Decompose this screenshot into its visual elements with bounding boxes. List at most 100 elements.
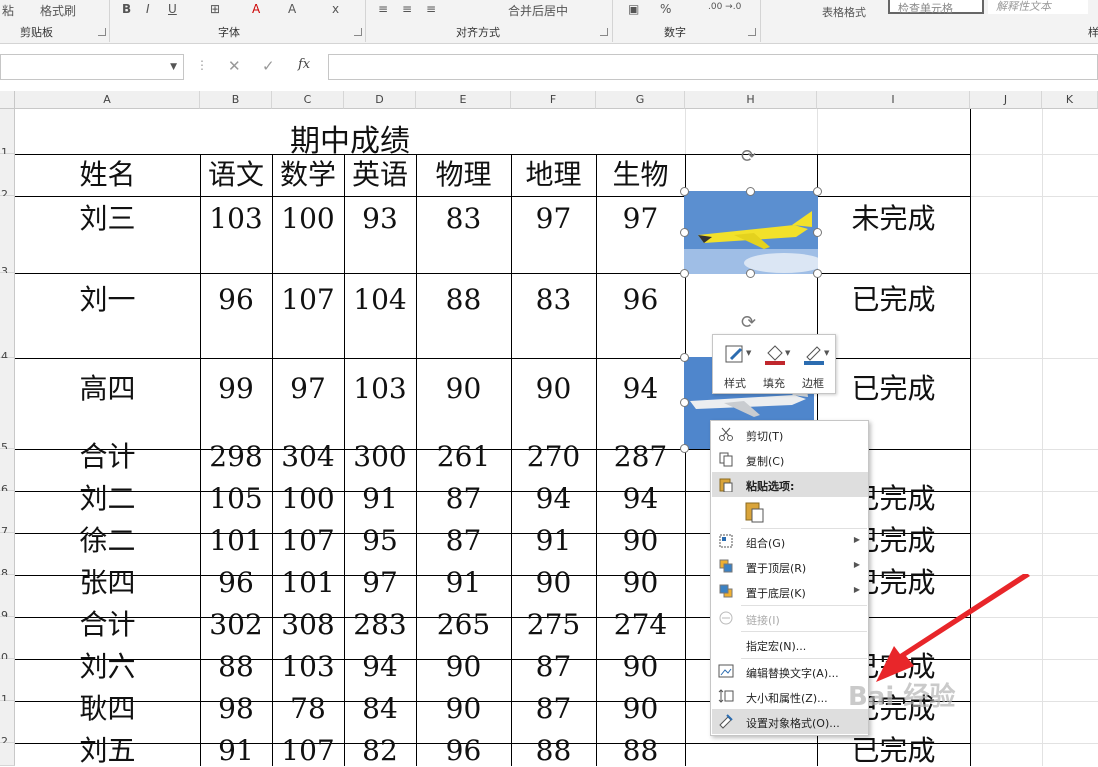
percent-button[interactable]: % xyxy=(660,2,671,16)
align-center-button[interactable]: ≡ xyxy=(402,2,412,16)
name-cell[interactable]: 张四 xyxy=(15,567,200,599)
style-check-cell[interactable]: 检查单元格 xyxy=(888,0,984,15)
name-cell[interactable]: 刘六 xyxy=(15,651,200,683)
col-header-k[interactable]: K xyxy=(1042,91,1098,109)
score-cell[interactable]: 304 xyxy=(272,441,344,473)
score-cell[interactable]: 94 xyxy=(511,483,596,515)
border-outline-button[interactable]: ▼ 边框 xyxy=(794,339,832,391)
name-cell[interactable]: 高四 xyxy=(15,373,200,405)
score-cell[interactable]: 78 xyxy=(272,693,344,725)
col-header-f[interactable]: F xyxy=(511,91,596,109)
sheet-title[interactable]: 期中成绩 xyxy=(200,116,500,160)
resize-handle[interactable] xyxy=(680,187,689,196)
airplane-picture-1[interactable] xyxy=(684,191,818,274)
score-cell[interactable]: 97 xyxy=(511,203,596,235)
score-cell[interactable]: 90 xyxy=(416,651,511,683)
score-cell[interactable]: 90 xyxy=(596,567,685,599)
col-header-e[interactable]: E xyxy=(416,91,511,109)
row-header[interactable]: 0 xyxy=(0,617,15,664)
score-cell[interactable]: 101 xyxy=(200,525,272,557)
row-header[interactable]: 7 xyxy=(0,491,15,538)
score-cell[interactable]: 84 xyxy=(344,693,416,725)
row-header[interactable]: 5 xyxy=(0,358,15,454)
score-cell[interactable]: 90 xyxy=(416,373,511,405)
menu-item-size-properties[interactable]: 大小和属性(Z)... xyxy=(712,684,868,709)
score-cell[interactable]: 97 xyxy=(344,567,416,599)
menu-item-cut[interactable]: 剪切(T) xyxy=(712,422,868,447)
score-cell[interactable]: 105 xyxy=(200,483,272,515)
clipboard-launcher-icon[interactable] xyxy=(98,28,106,36)
score-cell[interactable]: 83 xyxy=(511,284,596,316)
score-cell[interactable]: 91 xyxy=(416,567,511,599)
col-header-i[interactable]: I xyxy=(817,91,970,109)
score-cell[interactable]: 88 xyxy=(416,284,511,316)
score-cell[interactable]: 87 xyxy=(511,693,596,725)
col-header-g[interactable]: G xyxy=(596,91,685,109)
score-cell[interactable]: 90 xyxy=(596,525,685,557)
resize-handle[interactable] xyxy=(813,187,822,196)
row-header[interactable]: 1 xyxy=(0,109,15,159)
header-cell[interactable]: 数学 xyxy=(272,159,344,191)
resize-handle[interactable] xyxy=(680,269,689,278)
style-button[interactable]: ▼ 样式 xyxy=(716,339,754,391)
menu-item-copy[interactable]: 复制(C) xyxy=(712,447,868,472)
font-color-button[interactable]: A xyxy=(252,2,260,16)
name-cell[interactable]: 徐二 xyxy=(15,525,200,557)
align-left-button[interactable]: ≡ xyxy=(378,2,388,16)
header-cell[interactable]: 语文 xyxy=(200,159,272,191)
score-cell[interactable]: 302 xyxy=(200,609,272,641)
name-cell[interactable]: 合计 xyxy=(15,441,200,473)
row-header[interactable]: 4 xyxy=(0,273,15,363)
score-cell[interactable]: 88 xyxy=(511,735,596,767)
fill-button[interactable]: ▼ 填充 xyxy=(755,339,793,391)
row-header[interactable]: 3 xyxy=(0,196,15,278)
score-cell[interactable]: 97 xyxy=(272,373,344,405)
status-cell[interactable]: 已完成 xyxy=(817,735,970,767)
resize-handle[interactable] xyxy=(813,228,822,237)
score-cell[interactable]: 94 xyxy=(344,651,416,683)
score-cell[interactable]: 103 xyxy=(200,203,272,235)
name-cell[interactable]: 耿四 xyxy=(15,693,200,725)
col-header-h[interactable]: H xyxy=(685,91,817,109)
border-button[interactable]: ⊞ xyxy=(210,2,220,16)
score-cell[interactable]: 270 xyxy=(511,441,596,473)
row-header[interactable] xyxy=(0,743,15,766)
merge-center-button[interactable]: 合并后居中 xyxy=(508,2,568,19)
status-cell[interactable]: 未完成 xyxy=(817,203,970,235)
score-cell[interactable]: 274 xyxy=(596,609,685,641)
col-header-d[interactable]: D xyxy=(344,91,416,109)
alignment-launcher-icon[interactable] xyxy=(600,28,608,36)
score-cell[interactable]: 107 xyxy=(272,525,344,557)
score-cell[interactable]: 103 xyxy=(272,651,344,683)
score-cell[interactable]: 308 xyxy=(272,609,344,641)
resize-handle[interactable] xyxy=(746,187,755,196)
score-cell[interactable]: 283 xyxy=(344,609,416,641)
name-cell[interactable]: 刘三 xyxy=(15,203,200,235)
score-cell[interactable]: 91 xyxy=(511,525,596,557)
score-cell[interactable]: 93 xyxy=(344,203,416,235)
score-cell[interactable]: 287 xyxy=(596,441,685,473)
col-header-a[interactable]: A xyxy=(15,91,200,109)
header-cell[interactable]: 地理 xyxy=(511,159,596,191)
style-explanatory[interactable]: 解释性文本 xyxy=(988,0,1088,14)
select-all-corner[interactable] xyxy=(0,91,15,109)
paste-fragment[interactable]: 粘 xyxy=(2,2,14,19)
font-grow-button[interactable]: A xyxy=(288,2,296,16)
score-cell[interactable]: 265 xyxy=(416,609,511,641)
score-cell[interactable]: 82 xyxy=(344,735,416,767)
score-cell[interactable]: 88 xyxy=(596,735,685,767)
resize-handle[interactable] xyxy=(680,353,689,362)
header-cell[interactable]: 物理 xyxy=(416,159,511,191)
score-cell[interactable]: 96 xyxy=(596,284,685,316)
menu-item-bring-to-front[interactable]: 置于顶层(R) ▶ xyxy=(712,554,868,579)
score-cell[interactable]: 97 xyxy=(596,203,685,235)
score-cell[interactable]: 87 xyxy=(511,651,596,683)
row-header[interactable]: 8 xyxy=(0,533,15,580)
score-cell[interactable]: 96 xyxy=(416,735,511,767)
score-cell[interactable]: 300 xyxy=(344,441,416,473)
chevron-down-icon[interactable]: ▼ xyxy=(170,62,177,72)
menu-item-format-object[interactable]: 设置对象格式(O)... xyxy=(712,709,868,734)
score-cell[interactable]: 103 xyxy=(344,373,416,405)
name-cell[interactable]: 合计 xyxy=(15,609,200,641)
bold-button[interactable]: B xyxy=(122,2,131,16)
